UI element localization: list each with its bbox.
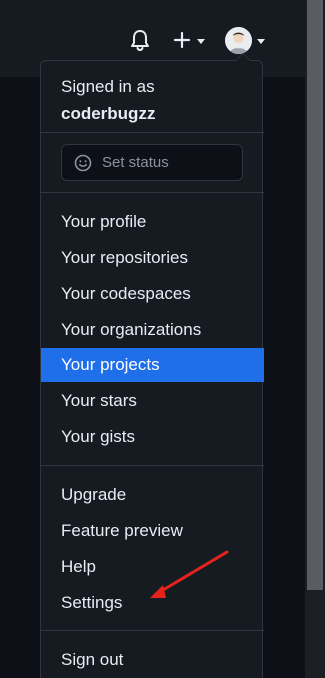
- smiley-icon: [74, 154, 92, 172]
- divider: [41, 465, 264, 466]
- divider: [41, 192, 264, 193]
- signed-in-info: Signed in as coderbugzz: [61, 73, 155, 127]
- menu-item-your-projects[interactable]: Your projects: [41, 348, 264, 382]
- annotation-arrow: [150, 550, 229, 598]
- chevron-down-icon: [196, 38, 205, 44]
- plus-icon: [173, 31, 190, 49]
- set-status-label: Set status: [102, 154, 169, 171]
- set-status-button[interactable]: Set status: [61, 144, 243, 181]
- user-menu-button[interactable]: [222, 24, 268, 56]
- menu-item-sign-out[interactable]: Sign out: [41, 643, 264, 677]
- username: coderbugzz: [61, 104, 156, 123]
- menu-item-upgrade[interactable]: Upgrade: [41, 478, 264, 512]
- background-content: [0, 77, 40, 678]
- create-new-button[interactable]: [168, 26, 208, 54]
- menu-item-your-gists[interactable]: Your gists: [41, 420, 264, 454]
- menu-item-your-profile[interactable]: Your profile: [41, 205, 264, 239]
- menu-item-your-repositories[interactable]: Your repositories: [41, 241, 264, 275]
- chevron-down-icon: [257, 38, 265, 44]
- menu-item-your-stars[interactable]: Your stars: [41, 384, 264, 418]
- divider: [41, 132, 264, 133]
- avatar: [225, 26, 252, 54]
- divider: [41, 630, 264, 631]
- bell-icon: [131, 30, 149, 52]
- menu-item-your-codespaces[interactable]: Your codespaces: [41, 277, 264, 311]
- page: Signed in as coderbugzz Set status Your …: [0, 0, 325, 678]
- menu-item-your-organizations[interactable]: Your organizations: [41, 313, 264, 347]
- scrollbar-thumb[interactable]: [307, 0, 323, 590]
- menu-item-feature-preview[interactable]: Feature preview: [41, 514, 264, 548]
- signed-in-label: Signed in as: [61, 77, 155, 96]
- notifications-button[interactable]: [126, 26, 154, 54]
